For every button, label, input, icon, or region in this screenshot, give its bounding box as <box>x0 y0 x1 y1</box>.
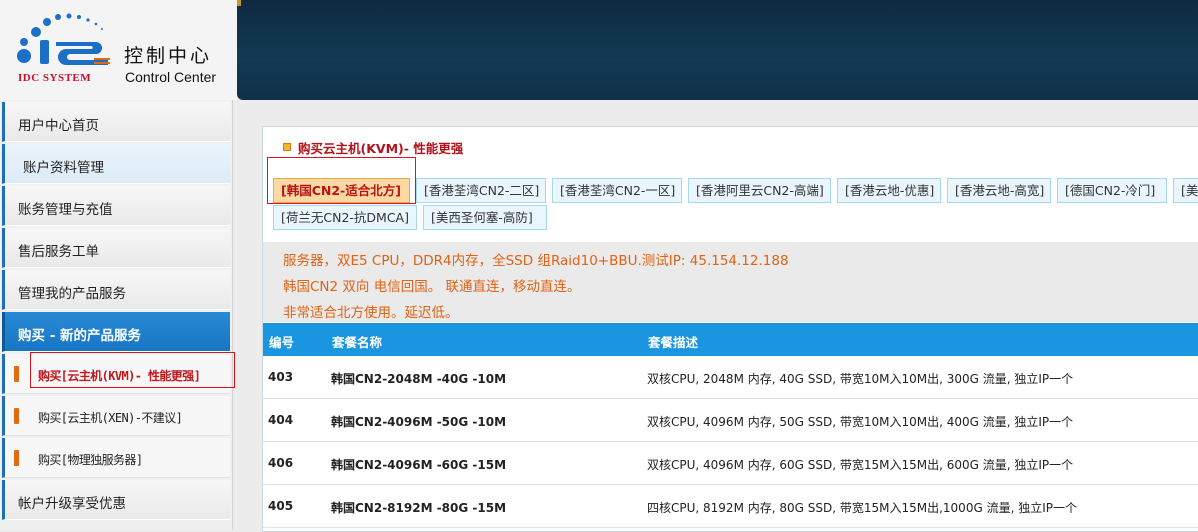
control-center-title-cn: 控制中心 <box>124 45 213 67</box>
sidebar-item-label: 账户资料管理 <box>23 160 104 176</box>
idc-system-logo-icon <box>17 13 110 65</box>
sidebar-item-billing[interactable]: 账务管理与充值 <box>2 186 230 226</box>
plan-description: 四核CPU, 8192M 内存, 80G SSD, 带宽15M入15M出,100… <box>647 501 1077 515</box>
sidebar-item-user-home[interactable]: 用户中心首页 <box>2 102 230 142</box>
plan-description: 双核CPU, 4096M 内存, 50G SSD, 带宽10M入10M出, 40… <box>647 415 1074 429</box>
sidebar-item-buy-new[interactable]: 购买 - 新的产品服务 <box>2 312 230 352</box>
title-square-icon <box>283 143 291 151</box>
column-header-name: 套餐名称 <box>332 335 383 350</box>
plan-description: 双核CPU, 4096M 内存, 60G SSD, 带宽15M入15M出, 60… <box>647 458 1074 472</box>
sidebar-item-label: 购买 - 新的产品服务 <box>18 328 142 344</box>
sidebar-subitem-label: 购买[物理独服务器] <box>38 453 143 467</box>
sidebar-item-account-profile[interactable]: 账户资料管理 <box>2 144 230 184</box>
sidebar-item-label: 账务管理与充值 <box>18 202 113 218</box>
sidebar-subitem-buy-xen[interactable]: 购买[云主机(XEN)-不建议] <box>2 396 230 436</box>
sidebar: 用户中心首页 账户资料管理 账务管理与充值 售后服务工单 管理我的产品服务 购买… <box>0 100 233 530</box>
sidebar-item-manage-products[interactable]: 管理我的产品服务 <box>2 270 230 310</box>
tab-germany-cn2[interactable]: [德国CN2-冷门] <box>1057 178 1167 203</box>
tab-netherlands-dmca[interactable]: [荷兰无CN2-抗DMCA] <box>273 205 417 230</box>
sidebar-item-label: 管理我的产品服务 <box>18 286 126 302</box>
plan-name: 韩国CN2-4096M -50G -10M <box>331 415 507 429</box>
bullet-bar-icon <box>14 408 19 424</box>
tab-hk-yundi-discount[interactable]: [香港云地-优惠] <box>837 178 941 203</box>
tab-hk-yundi-bandwidth[interactable]: [香港云地-高宽] <box>947 178 1051 203</box>
plan-id: 404 <box>268 413 294 427</box>
tab-us-truncated[interactable]: [美 <box>1173 178 1198 203</box>
sidebar-item-label: 用户中心首页 <box>18 118 99 134</box>
description-line: 非常适合北方使用。延迟低。 <box>283 305 459 321</box>
plan-name: 韩国CN2-4096M -60G -15M <box>331 458 507 472</box>
product-description: 服务器，双E5 CPU，DDR4内存，全SSD 组Raid10+BBU.测试IP… <box>263 242 1198 322</box>
bullet-bar-icon <box>14 366 19 382</box>
sidebar-subitem-label: 购买[云主机(XEN)-不建议] <box>38 411 183 425</box>
control-center-title-en: Control Center <box>125 69 217 85</box>
logo-brand-text: IDC SYSTEM <box>18 72 92 84</box>
sidebar-item-label: 售后服务工单 <box>18 244 99 260</box>
highlight-box <box>30 352 235 388</box>
table-row[interactable]: 405 韩国CN2-8192M -80G -15M 四核CPU, 8192M 内… <box>263 485 1198 528</box>
sidebar-item-label: 帐户升级享受优惠 <box>18 496 126 512</box>
sidebar-item-support-tickets[interactable]: 售后服务工单 <box>2 228 230 268</box>
plan-id: 403 <box>268 370 294 384</box>
tab-hk-aliyun-cn2[interactable]: [香港阿里云CN2-高端] <box>688 178 831 203</box>
plan-name: 韩国CN2-8192M -80G -15M <box>331 501 507 515</box>
table-row[interactable]: 406 韩国CN2-4096M -60G -15M 双核CPU, 4096M 内… <box>263 442 1198 485</box>
plans-table-header: 编号 套餐名称 套餐描述 <box>263 323 1198 356</box>
plan-name: 韩国CN2-2048M -40G -10M <box>331 372 507 386</box>
top-banner <box>237 0 1198 100</box>
sidebar-item-account-upgrade[interactable]: 帐户升级享受优惠 <box>2 480 230 520</box>
column-header-description: 套餐描述 <box>648 335 699 350</box>
description-line: 韩国CN2 双向 电信回国。 联通直连，移动直连。 <box>283 279 581 295</box>
plan-id: 405 <box>268 499 294 513</box>
panel-title-text: 购买云主机(KVM)- 性能更强 <box>298 141 464 156</box>
tab-hk-tsuen-wan-zone2[interactable]: [香港荃湾CN2-二区] <box>416 178 546 203</box>
table-row[interactable]: 404 韩国CN2-4096M -50G -10M 双核CPU, 4096M 内… <box>263 399 1198 442</box>
highlight-box <box>267 157 416 204</box>
description-line: 服务器，双E5 CPU，DDR4内存，全SSD 组Raid10+BBU.测试IP… <box>283 253 789 269</box>
plan-id: 406 <box>268 456 294 470</box>
panel-title: 购买云主机(KVM)- 性能更强 <box>283 138 463 157</box>
banner-accent <box>237 0 241 6</box>
plan-description: 双核CPU, 2048M 内存, 40G SSD, 带宽10M入10M出, 30… <box>647 372 1074 386</box>
logo-area: IDC SYSTEM 控制中心 Control Center <box>0 0 237 100</box>
bullet-bar-icon <box>14 450 19 466</box>
column-header-id: 编号 <box>269 335 295 350</box>
sidebar-subitem-buy-dedicated[interactable]: 购买[物理独服务器] <box>2 438 230 478</box>
tab-hk-tsuen-wan-zone1[interactable]: [香港荃湾CN2-一区] <box>552 178 682 203</box>
table-row[interactable]: 403 韩国CN2-2048M -40G -10M 双核CPU, 2048M 内… <box>263 356 1198 399</box>
tab-us-san-jose[interactable]: [美西圣何塞-高防] <box>423 205 547 230</box>
